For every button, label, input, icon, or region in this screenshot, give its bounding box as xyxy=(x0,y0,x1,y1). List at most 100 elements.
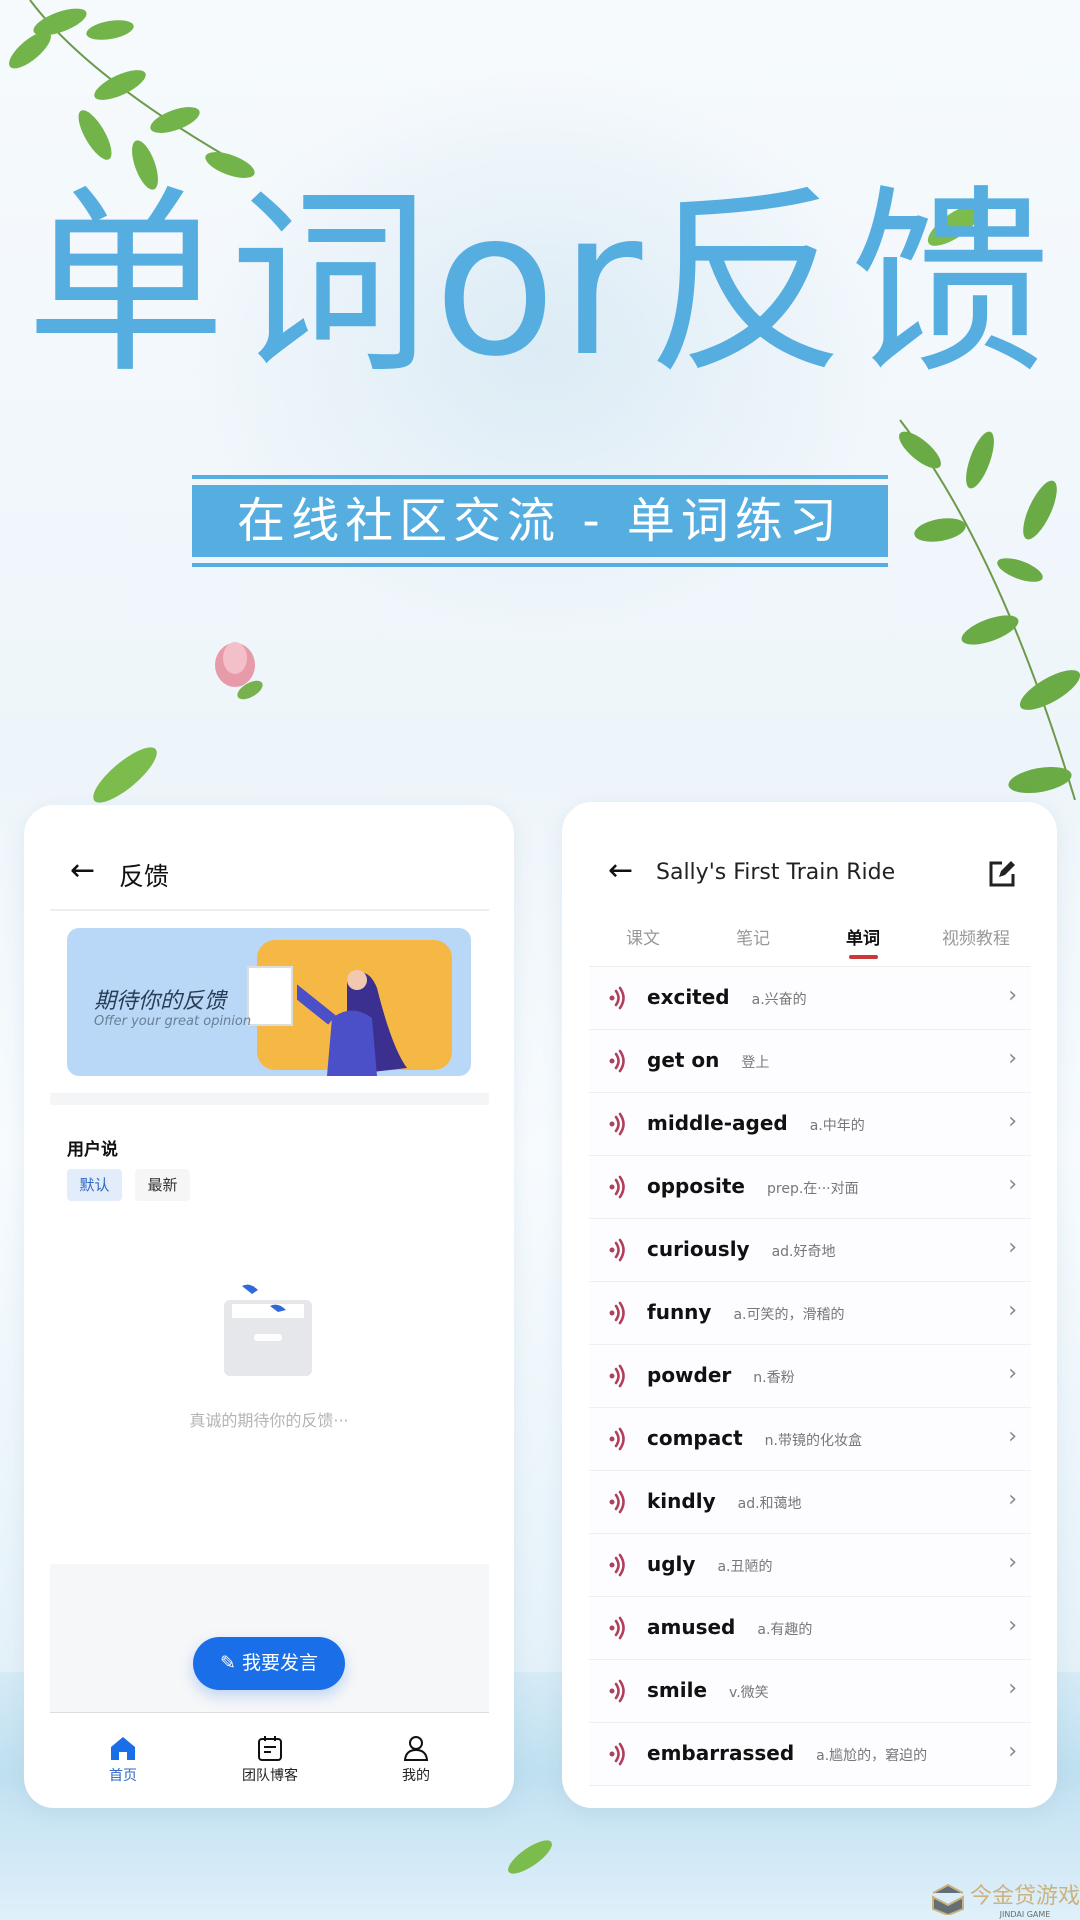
active-tab-underline xyxy=(849,955,878,959)
chevron-right-icon: › xyxy=(1008,1172,1017,1197)
document-illustration xyxy=(247,966,293,1026)
speaker-icon[interactable] xyxy=(609,1301,627,1325)
speaker-icon[interactable] xyxy=(609,1364,627,1388)
word-meaning: n.香粉 xyxy=(753,1370,795,1386)
nav-team-blog[interactable]: 团队博客 xyxy=(242,1735,298,1785)
word-row[interactable]: opposite prep.在···对面 › xyxy=(589,1156,1031,1219)
word-text: kindly xyxy=(647,1489,716,1513)
chevron-right-icon: › xyxy=(1008,1298,1017,1323)
tab-2[interactable]: 单词 xyxy=(846,924,880,949)
leaf-icon xyxy=(93,747,157,803)
chevron-right-icon: › xyxy=(1008,1424,1017,1449)
chevron-right-icon: › xyxy=(1008,1361,1017,1386)
chevron-right-icon: › xyxy=(1008,1676,1017,1701)
word-text: smile xyxy=(647,1678,708,1702)
word-row[interactable]: middle-aged a.中年的 › xyxy=(589,1093,1031,1156)
back-button[interactable]: ← xyxy=(70,853,95,888)
word-row[interactable]: ugly a.丑陋的 › xyxy=(589,1534,1031,1597)
word-text: excited xyxy=(647,985,730,1009)
chevron-right-icon: › xyxy=(1008,1235,1017,1260)
speaker-icon[interactable] xyxy=(609,1427,627,1451)
word-row[interactable]: funny a.可笑的，滑稽的 › xyxy=(589,1282,1031,1345)
speaker-icon[interactable] xyxy=(609,986,627,1010)
lesson-title: Sally's First Train Ride xyxy=(656,860,896,885)
word-row[interactable]: compact n.带镜的化妆盒 › xyxy=(589,1408,1031,1471)
chevron-right-icon: › xyxy=(1008,1046,1017,1071)
word-row[interactable]: excited a.兴奋的 › xyxy=(589,967,1031,1030)
word-meaning: a.中年的 xyxy=(809,1118,865,1134)
feedback-screen: ← 反馈 期待你的反馈 Offer your great opinion 用户说… xyxy=(24,805,514,1808)
banner-subtitle: Offer your great opinion xyxy=(94,1014,252,1029)
nav-divider xyxy=(50,1712,489,1713)
logo-icon xyxy=(932,1883,964,1915)
speaker-icon[interactable] xyxy=(609,1553,627,1577)
chevron-right-icon: › xyxy=(1008,1739,1017,1764)
flower-bud-icon xyxy=(215,642,263,700)
word-meaning: a.有趣的 xyxy=(757,1622,813,1638)
post-button-label: 我要发言 xyxy=(241,1652,318,1674)
tab-3[interactable]: 视频教程 xyxy=(942,924,1010,949)
word-text: curiously xyxy=(647,1237,750,1261)
watermark-logo: 今金贷游戏 JINDAI GAME xyxy=(930,1878,1080,1919)
banner-title: 期待你的反馈 xyxy=(94,989,227,1014)
word-row[interactable]: curiously ad.好奇地 › xyxy=(589,1219,1031,1282)
word-row[interactable]: get on 登上 › xyxy=(589,1030,1031,1093)
chevron-right-icon: › xyxy=(1008,1613,1017,1638)
back-button[interactable]: ← xyxy=(608,853,633,888)
word-row[interactable]: kindly ad.和蔼地 › xyxy=(589,1471,1031,1534)
feedback-banner[interactable]: 期待你的反馈 Offer your great opinion xyxy=(67,928,471,1076)
word-text: compact xyxy=(647,1426,743,1450)
word-text: middle-aged xyxy=(647,1111,788,1135)
tab-1[interactable]: 笔记 xyxy=(736,924,770,949)
filter-latest[interactable]: 最新 xyxy=(135,1169,190,1201)
speaker-icon[interactable] xyxy=(609,1679,627,1703)
word-text: ugly xyxy=(647,1552,696,1576)
hero-title: 单词or反馈 xyxy=(25,168,1055,401)
word-meaning: 登上 xyxy=(741,1055,770,1071)
filter-default[interactable]: 默认 xyxy=(67,1169,122,1201)
word-row[interactable]: amused a.有趣的 › xyxy=(589,1597,1031,1660)
speaker-icon[interactable] xyxy=(609,1049,627,1073)
word-text: amused xyxy=(647,1615,736,1639)
speaker-icon[interactable] xyxy=(609,1490,627,1514)
home-icon xyxy=(111,1737,135,1760)
word-row[interactable]: embarrassed a.尴尬的，窘迫的 › xyxy=(589,1723,1031,1786)
speaker-icon[interactable] xyxy=(609,1616,627,1640)
divider xyxy=(50,909,489,911)
empty-state-text: 真诚的期待你的反馈··· xyxy=(189,1411,349,1430)
word-meaning: a.兴奋的 xyxy=(751,992,807,1008)
nav-mine[interactable]: 我的 xyxy=(402,1735,430,1785)
tab-0[interactable]: 课文 xyxy=(626,924,660,949)
chevron-right-icon: › xyxy=(1008,1487,1017,1512)
hero-subtitle-banner: 在线社区交流 - 单词练习 xyxy=(192,475,888,567)
word-text: powder xyxy=(647,1363,732,1387)
word-meaning: prep.在···对面 xyxy=(767,1181,859,1197)
speaker-icon[interactable] xyxy=(609,1238,627,1262)
nav-mine-label: 我的 xyxy=(402,1768,430,1784)
word-meaning: ad.和蔼地 xyxy=(737,1496,802,1512)
edit-icon[interactable] xyxy=(988,860,1016,888)
nav-home-label: 首页 xyxy=(109,1768,137,1784)
page-title: 反馈 xyxy=(119,862,170,891)
chevron-right-icon: › xyxy=(1008,1109,1017,1134)
word-meaning: a.丑陋的 xyxy=(717,1559,773,1575)
word-text: get on xyxy=(647,1048,720,1072)
word-meaning: n.带镜的化妆盒 xyxy=(764,1433,862,1449)
leaf-icon xyxy=(508,1840,552,1874)
chevron-right-icon: › xyxy=(1008,1550,1017,1575)
hero-subtitle: 在线社区交流 - 单词练习 xyxy=(192,485,888,557)
speaker-icon[interactable] xyxy=(609,1112,627,1136)
speaker-icon[interactable] xyxy=(609,1175,627,1199)
calendar-note-icon xyxy=(258,1736,282,1761)
words-screen: ← Sally's First Train Ride 课文 笔记 单词 视频教程 ex… xyxy=(562,802,1057,1808)
speaker-icon[interactable] xyxy=(609,1742,627,1766)
chevron-right-icon: › xyxy=(1008,983,1017,1008)
leaf-branch-icon xyxy=(899,419,1080,801)
post-button[interactable]: ✎ 我要发言 xyxy=(193,1637,345,1690)
woman-illustration xyxy=(297,970,407,1076)
word-row[interactable]: powder n.香粉 › xyxy=(589,1345,1031,1408)
pencil-icon: ✎ xyxy=(220,1652,236,1674)
word-row[interactable]: smile v.微笑 › xyxy=(589,1660,1031,1723)
nav-team-blog-label: 团队博客 xyxy=(242,1768,298,1784)
nav-home[interactable]: 首页 xyxy=(109,1735,137,1785)
